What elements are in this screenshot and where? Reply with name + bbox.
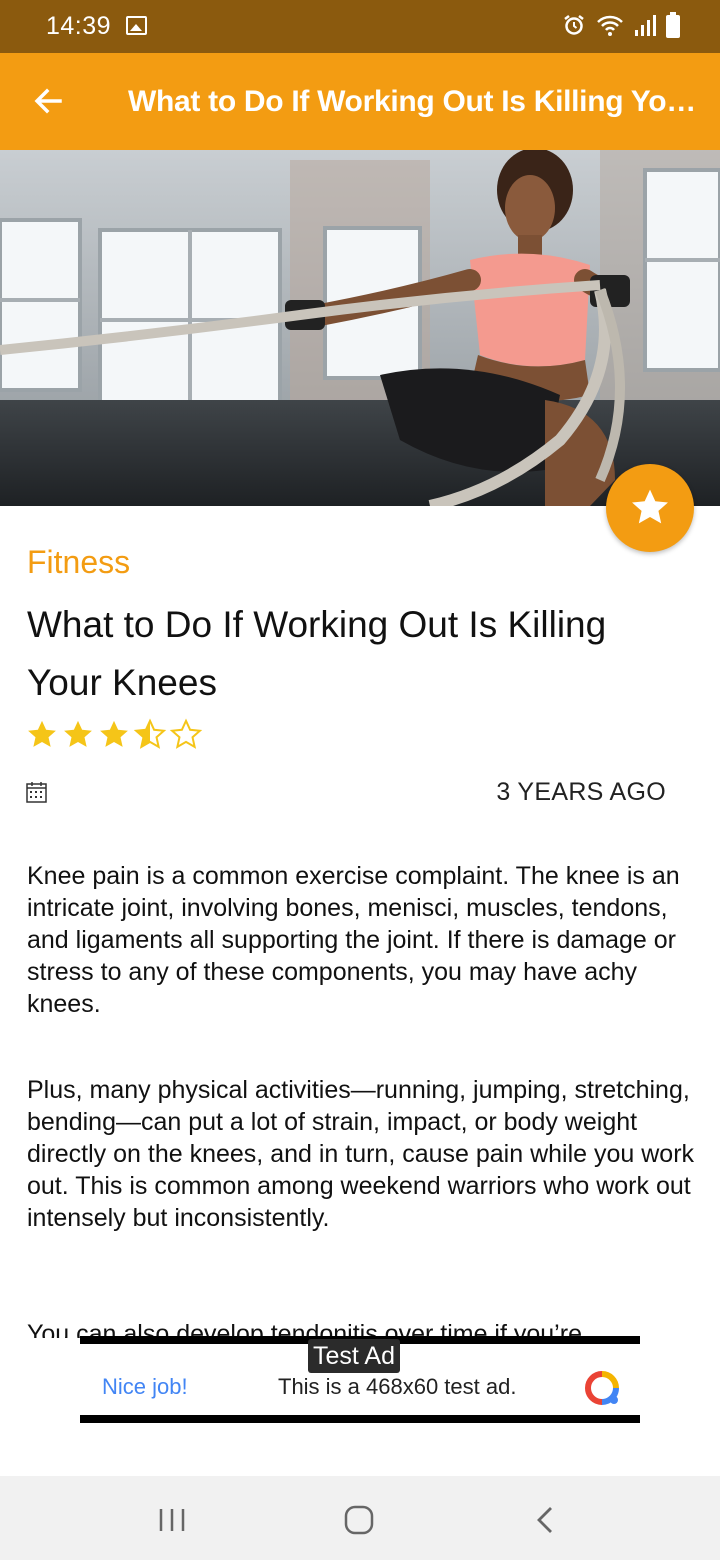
star-filled-icon [64, 720, 92, 747]
app-bar-title: What to Do If Working Out Is Killing You… [128, 85, 700, 118]
nav-back-button[interactable] [526, 1500, 566, 1540]
test-ad-label: Test Ad [308, 1339, 400, 1373]
hero-image [0, 150, 720, 506]
star-filled-icon [28, 720, 56, 747]
ad-link[interactable]: Nice job! [102, 1374, 188, 1400]
star-half-icon [133, 718, 167, 749]
status-bar: 14:39 [0, 0, 720, 53]
home-button[interactable] [339, 1500, 379, 1540]
hero-photo [0, 150, 720, 506]
image-icon [126, 16, 147, 35]
status-time: 14:39 [46, 12, 112, 40]
rating-stars [25, 718, 203, 752]
favorite-button[interactable] [606, 464, 694, 552]
article-category[interactable]: Fitness [27, 544, 130, 581]
status-icons [562, 12, 680, 38]
back-icon [537, 1507, 552, 1533]
battery-icon [666, 12, 680, 38]
system-nav-bar [0, 1476, 720, 1560]
star-empty-icon [169, 718, 203, 749]
calendar-icon [26, 782, 47, 803]
star-icon [632, 489, 668, 524]
article-title: What to Do If Working Out Is Killing You… [27, 604, 607, 703]
article-paragraph-3: You can also develop tendonitis over tim… [27, 1320, 582, 1338]
back-button[interactable] [28, 81, 68, 121]
signal-icon [635, 15, 656, 36]
article-date: 3 YEARS AGO [496, 778, 666, 806]
wifi-icon [597, 15, 623, 36]
recent-apps-icon [159, 1509, 185, 1531]
article-paragraph-3-clip: You can also develop tendonitis over tim… [27, 1318, 695, 1338]
article-paragraph-1: Knee pain is a common exercise complaint… [27, 862, 680, 1018]
alarm-icon [564, 15, 584, 35]
ad-logo-icon [584, 1371, 619, 1405]
star-filled-icon [100, 720, 128, 747]
article-paragraph-2: Plus, many physical activities—running, … [27, 1076, 695, 1232]
app-bar: What to Do If Working Out Is Killing You… [0, 53, 720, 150]
ad-text: This is a 468x60 test ad. [278, 1374, 517, 1399]
home-icon [344, 1505, 374, 1535]
arrow-left-icon [34, 88, 62, 114]
recent-apps-button[interactable] [152, 1500, 192, 1540]
